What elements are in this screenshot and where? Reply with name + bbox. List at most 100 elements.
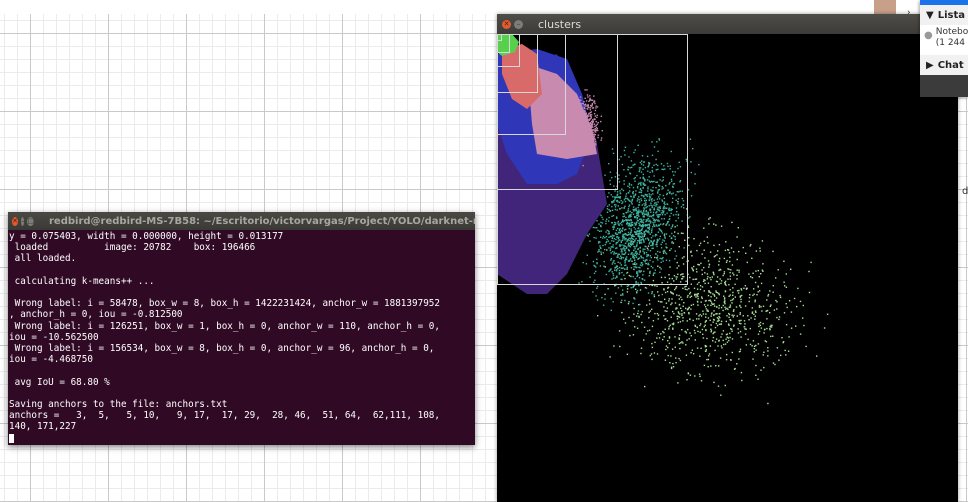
cluster-point xyxy=(659,206,661,209)
cluster-point xyxy=(642,274,644,276)
cluster-point xyxy=(704,282,706,285)
cluster-point xyxy=(640,191,642,193)
cluster-point xyxy=(647,224,649,226)
cluster-point xyxy=(589,111,591,114)
cluster-point xyxy=(722,309,724,312)
cluster-point xyxy=(637,233,640,235)
cluster-point xyxy=(707,294,710,297)
cluster-point xyxy=(675,255,678,257)
terminal-output[interactable]: y = 0.075403, width = 0.000000, height =… xyxy=(8,230,475,433)
cluster-point xyxy=(593,113,596,115)
cluster-point xyxy=(662,207,665,209)
cluster-point xyxy=(608,209,610,211)
cluster-point xyxy=(655,169,657,171)
cluster-point xyxy=(674,171,676,173)
cluster-point xyxy=(663,331,665,334)
cluster-point xyxy=(636,185,639,188)
cluster-point xyxy=(618,330,621,332)
cluster-point xyxy=(605,273,608,276)
cluster-point xyxy=(544,191,546,194)
cluster-point xyxy=(591,102,594,105)
contacts-header[interactable]: ▼ Lista d xyxy=(920,5,968,25)
cluster-point xyxy=(652,274,655,276)
chat-header[interactable]: ▶ Chat xyxy=(920,55,968,75)
cluster-point xyxy=(659,235,661,238)
cluster-point xyxy=(632,320,634,322)
cluster-point xyxy=(755,349,757,351)
cluster-point xyxy=(639,271,642,273)
user-avatar[interactable] xyxy=(874,0,896,14)
cluster-point xyxy=(591,120,593,122)
cluster-point xyxy=(612,272,614,275)
chat-side-panel: ▼ Lista d ● Notebo(1 244 ▶ Chat xyxy=(920,0,968,97)
cluster-point xyxy=(610,297,612,300)
cluster-point xyxy=(595,126,598,129)
cluster-point xyxy=(554,193,557,195)
cluster-point xyxy=(519,182,521,184)
cluster-point xyxy=(677,311,680,313)
clusters-titlebar[interactable]: ✕ – clusters xyxy=(497,14,958,34)
cluster-point xyxy=(638,284,640,287)
cluster-point xyxy=(702,333,704,335)
cluster-point xyxy=(799,300,802,303)
terminal-titlebar[interactable]: ✕ – □ redbird@redbird-MS-7B58: ~/Escrito… xyxy=(8,212,475,230)
cluster-point xyxy=(649,310,652,312)
cluster-point xyxy=(666,310,668,312)
cluster-point xyxy=(706,236,708,238)
cluster-point xyxy=(638,209,640,211)
cluster-point xyxy=(623,236,626,238)
cluster-point xyxy=(685,332,688,334)
cluster-point xyxy=(642,236,644,238)
cluster-point xyxy=(668,274,670,276)
contact-item[interactable]: ● Notebo (1 244 xyxy=(920,25,968,55)
cluster-point xyxy=(663,202,665,204)
cluster-point xyxy=(715,291,717,293)
cluster-point xyxy=(633,245,635,248)
cluster-point xyxy=(620,285,623,287)
cluster-point xyxy=(662,256,664,259)
cluster-point xyxy=(657,259,659,261)
cluster-point xyxy=(634,247,636,250)
maximize-icon[interactable]: □ xyxy=(27,216,34,226)
cluster-point xyxy=(669,235,671,237)
close-icon[interactable]: ✕ xyxy=(502,19,511,29)
cluster-point xyxy=(636,221,638,224)
cluster-point xyxy=(736,269,738,271)
cluster-point xyxy=(593,135,595,137)
cluster-point xyxy=(712,332,714,335)
minimize-icon[interactable]: – xyxy=(20,216,25,226)
cluster-point xyxy=(642,177,644,179)
cluster-point xyxy=(653,239,655,242)
cluster-point xyxy=(627,233,630,236)
minimize-icon[interactable]: – xyxy=(514,19,523,29)
cluster-point xyxy=(657,240,659,242)
cluster-point xyxy=(653,224,655,227)
cluster-point xyxy=(712,321,714,323)
cluster-point xyxy=(703,304,706,306)
cluster-point xyxy=(662,176,664,178)
cluster-point xyxy=(666,162,669,165)
cluster-point xyxy=(628,184,631,186)
cluster-point xyxy=(760,282,763,285)
cluster-point xyxy=(671,302,673,304)
cluster-point xyxy=(673,322,675,324)
cluster-point xyxy=(751,345,753,347)
cluster-point xyxy=(656,255,659,257)
cluster-point xyxy=(655,158,657,161)
desktop-top-strip xyxy=(0,0,968,14)
cluster-point xyxy=(628,224,631,226)
cluster-point xyxy=(769,290,771,292)
close-icon[interactable]: ✕ xyxy=(12,216,18,226)
cluster-point xyxy=(720,225,723,227)
cluster-point xyxy=(626,272,628,274)
cluster-point xyxy=(723,297,726,299)
cluster-point xyxy=(718,260,720,263)
cluster-point xyxy=(699,355,701,357)
cluster-point xyxy=(648,275,650,277)
cluster-point xyxy=(690,308,692,310)
cluster-point xyxy=(687,372,689,374)
terminal-window[interactable]: ✕ – □ redbird@redbird-MS-7B58: ~/Escrito… xyxy=(8,212,475,445)
cluster-point xyxy=(627,242,630,244)
cluster-point xyxy=(677,217,680,219)
clusters-window[interactable]: ✕ – clusters xyxy=(497,14,958,502)
